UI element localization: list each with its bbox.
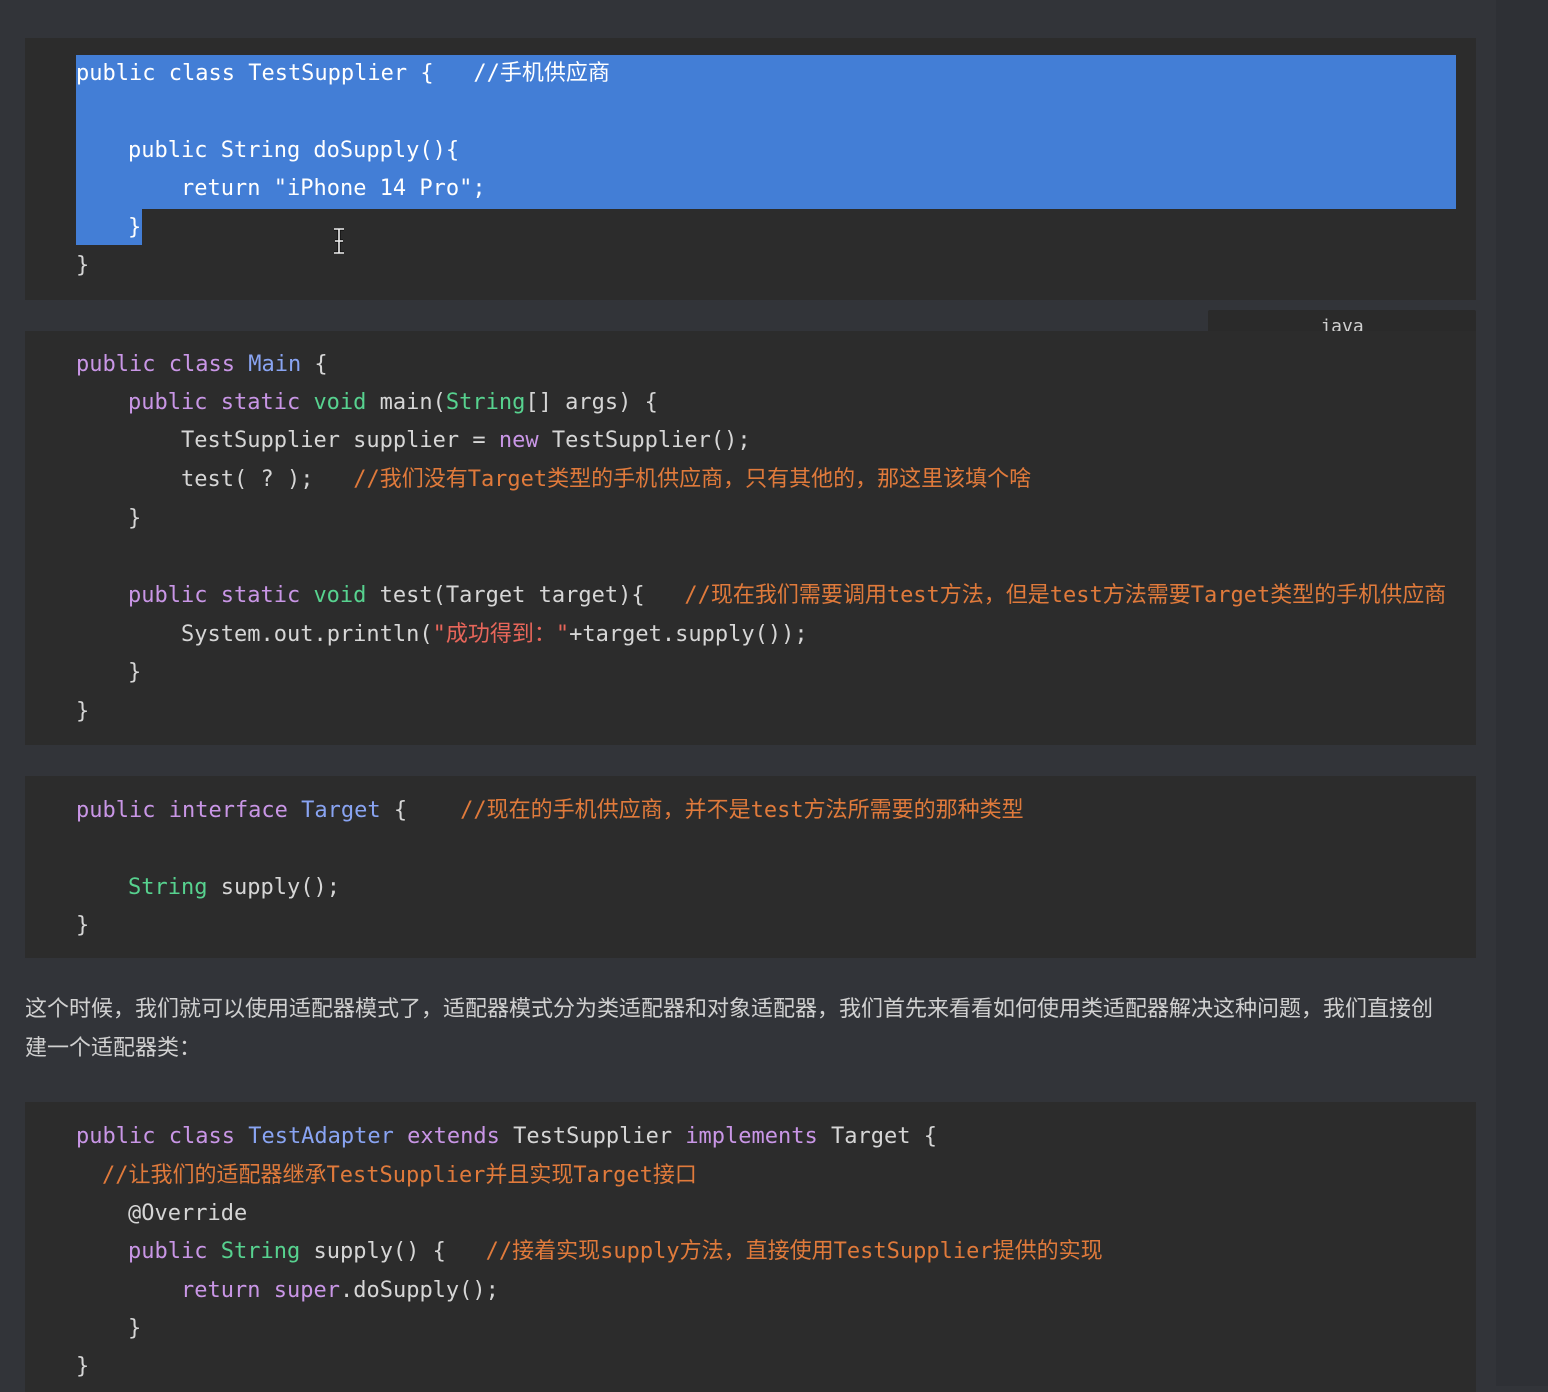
code-class-name: Target — [301, 798, 381, 823]
code-line: public class TestAdapter extends TestSup… — [76, 1118, 937, 1156]
code-line: TestSupplier supplier = new TestSupplier… — [181, 422, 751, 460]
code-text: test(Target target){ — [366, 583, 645, 608]
code-block-test-supplier[interactable]: public class TestSupplier { //手机供应商 publ… — [25, 38, 1476, 300]
text-cursor-icon — [334, 228, 344, 254]
code-text: test( ? ); — [181, 467, 314, 492]
code-class-name: TestSupplier — [248, 61, 408, 86]
code-keyword: public static — [128, 390, 301, 415]
code-class-name: TestAdapter — [248, 1124, 394, 1149]
code-line: } — [128, 660, 142, 685]
code-line: public class TestSupplier { //手机供应商 — [76, 55, 610, 93]
code-line: //让我们的适配器继承TestSupplier并且实现Target接口 — [102, 1157, 697, 1195]
code-line: return "iPhone 14 Pro"; — [181, 170, 486, 208]
code-type: String — [445, 390, 526, 415]
page-scroll-area[interactable] — [1496, 0, 1548, 1386]
code-comment: //手机供应商 — [473, 61, 610, 86]
code-comment: //让我们的适配器继承TestSupplier并且实现Target接口 — [102, 1163, 697, 1188]
body-paragraph: 这个时候，我们就可以使用适配器模式了，适配器模式分为类适配器和对象适配器，我们首… — [25, 997, 1434, 1061]
code-line: test( ? ); //我们没有Target类型的手机供应商，只有其他的，那这… — [181, 461, 1031, 499]
code-text: TestSupplier — [499, 1124, 686, 1149]
code-string: "成功得到：" — [432, 622, 570, 647]
code-text: +target.supply()); — [569, 622, 808, 647]
code-class-name: Main — [248, 352, 302, 377]
code-string: "iPhone 14 Pro" — [273, 176, 473, 201]
code-type: void — [313, 390, 367, 415]
code-text: TestSupplier supplier = — [181, 428, 499, 453]
code-keyword: public class — [76, 352, 235, 377]
code-text: { — [380, 798, 408, 823]
code-keyword: extends — [407, 1124, 500, 1149]
code-text: Target { — [817, 1124, 937, 1149]
code-text: { — [301, 352, 328, 377]
code-keyword: public — [128, 1239, 208, 1264]
code-line: public static void test(Target target){ … — [128, 577, 1446, 615]
code-keyword: public interface — [76, 798, 288, 823]
code-text: main( — [366, 390, 446, 415]
code-text: [] args) { — [525, 390, 658, 415]
code-block-target[interactable]: public interface Target { //现在的手机供应商，并不是… — [25, 776, 1476, 958]
code-keyword: public static — [128, 583, 301, 608]
code-keyword: super — [273, 1278, 340, 1303]
code-keyword: implements — [685, 1124, 818, 1149]
code-line: public class Main { — [76, 346, 328, 384]
code-type: String — [220, 1239, 301, 1264]
code-text: supply(); — [207, 875, 340, 900]
code-block-test-adapter[interactable]: public class TestAdapter extends TestSup… — [25, 1102, 1476, 1392]
code-keyword: public class — [76, 61, 235, 86]
code-text: supply() { — [300, 1239, 446, 1264]
code-text: return — [181, 176, 274, 201]
code-line: @Override — [128, 1201, 248, 1226]
code-line: } — [76, 1354, 90, 1379]
code-comment: //接着实现supply方法，直接使用TestSupplier提供的实现 — [485, 1239, 1103, 1264]
code-line: } — [128, 506, 142, 531]
code-line: System.out.println("成功得到："+target.supply… — [181, 616, 808, 654]
code-line: } — [76, 699, 90, 724]
code-line: public String doSupply(){ — [128, 138, 460, 163]
code-line: String supply(); — [128, 869, 340, 907]
code-line: public static void main(String[] args) { — [128, 384, 658, 422]
code-line: } — [128, 215, 142, 240]
code-text: TestSupplier(); — [538, 428, 751, 453]
code-type: void — [313, 583, 367, 608]
code-comment: //我们没有Target类型的手机供应商，只有其他的，那这里该填个啥 — [353, 467, 1032, 492]
code-block-main[interactable]: public class Main { public static void m… — [25, 331, 1476, 745]
code-text: ; — [472, 176, 486, 201]
code-comment: //现在我们需要调用test方法，但是test方法需要Target类型的手机供应… — [684, 583, 1447, 608]
code-keyword: new — [498, 428, 539, 453]
code-line: } — [76, 913, 90, 938]
code-type: String — [128, 875, 208, 900]
code-line: public String supply() { //接着实现supply方法，… — [128, 1233, 1103, 1271]
code-keyword: public class — [76, 1124, 235, 1149]
code-line: } — [76, 253, 90, 278]
code-line: public interface Target { //现在的手机供应商，并不是… — [76, 792, 1024, 830]
code-keyword: return — [181, 1278, 261, 1303]
code-text: { — [407, 61, 434, 86]
code-text: System.out.println( — [181, 622, 433, 647]
code-line: return super.doSupply(); — [181, 1272, 499, 1310]
code-text: .doSupply(); — [339, 1278, 499, 1303]
code-line: } — [128, 1316, 142, 1341]
code-comment: //现在的手机供应商，并不是test方法所需要的那种类型 — [460, 798, 1024, 823]
